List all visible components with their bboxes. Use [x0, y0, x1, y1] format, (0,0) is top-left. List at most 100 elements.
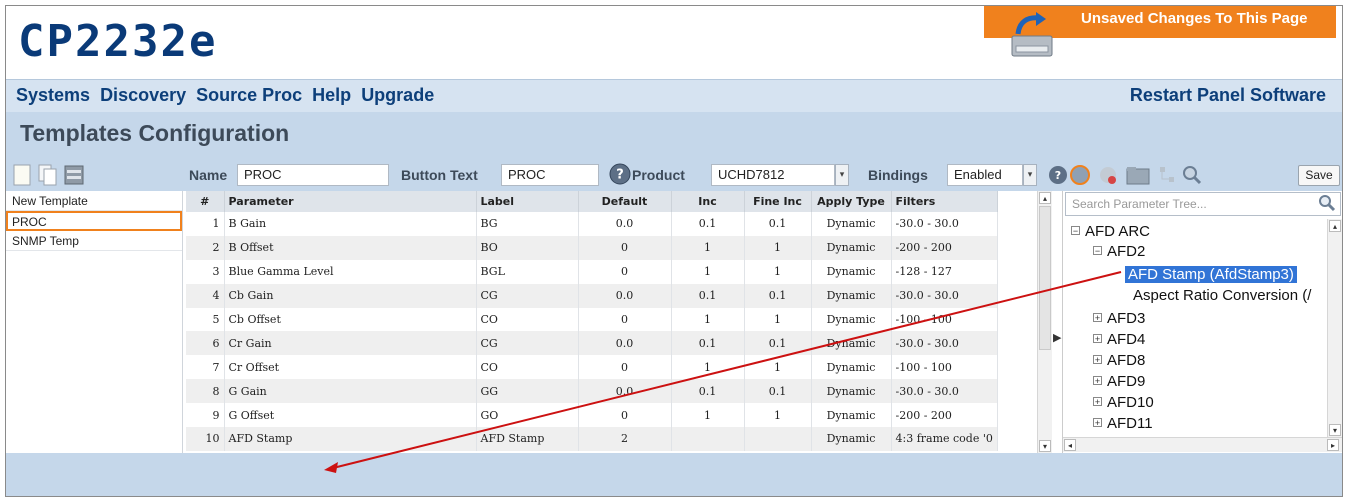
cell-filters: 4:3 frame code '0 — [891, 427, 998, 451]
table-row[interactable]: 3 Blue Gamma Level BGL 0 1 1 Dynamic -128 - 127 — [186, 259, 998, 284]
table-row[interactable]: 1B Gain BG 0.0 0.1 0.1 Dynamic -30.0 - 30.0 — [186, 212, 998, 236]
save-disk-icon[interactable] — [1006, 10, 1056, 60]
move-right-icon[interactable]: ▶ — [1053, 331, 1061, 344]
cell-apply-type: Dynamic — [811, 355, 892, 380]
parameter-tree: − AFD ARC − AFD2 AFD Stamp (AfdStamp3) Asp… — [1063, 219, 1327, 437]
cell-number: 9 — [186, 403, 225, 428]
expand-icon[interactable]: + — [1093, 376, 1102, 386]
scroll-down-icon[interactable]: ▾ — [1039, 440, 1051, 452]
help-icon[interactable]: ? — [609, 163, 631, 185]
nav-discovery[interactable]: Discovery — [100, 85, 186, 106]
button-text-input[interactable]: PROC — [501, 164, 599, 186]
table-row[interactable]: 6 Cr Gain CG 0.0 0.1 0.1 Dynamic -30.0 - 30.0 — [186, 331, 998, 356]
nav-source-proc[interactable]: Source Proc — [196, 85, 302, 106]
nav-upgrade[interactable]: Upgrade — [361, 85, 434, 106]
tree-node[interactable]: + AFD10 — [1093, 393, 1154, 413]
table-row[interactable]: 7 Cr Offset CO 0 1 1 Dynamic -100 - 100 — [186, 355, 998, 380]
tree-node[interactable]: + AFD8 — [1093, 351, 1145, 371]
tree-node[interactable]: + AFD11 — [1093, 414, 1153, 434]
col-header-filters[interactable]: Filters — [891, 191, 998, 212]
col-header-label[interactable]: Label — [476, 191, 579, 212]
bindings-dropdown-icon[interactable]: ▾ — [1023, 164, 1037, 186]
name-input[interactable]: PROC — [237, 164, 389, 186]
template-item-selected[interactable]: PROC — [6, 211, 182, 231]
tree-icon[interactable] — [1158, 164, 1178, 186]
tree-node-child[interactable]: Aspect Ratio Conversion (/ — [1133, 286, 1311, 306]
cell-label: BG — [476, 212, 579, 236]
template-item[interactable]: SNMP Temp — [6, 231, 182, 251]
scroll-up-icon[interactable]: ▴ — [1039, 192, 1051, 204]
tree-node-label: AFD2 — [1107, 243, 1146, 260]
zoom-icon[interactable] — [1182, 164, 1202, 186]
tree-scroll-left-icon[interactable]: ◂ — [1064, 439, 1076, 451]
tree-vscrollbar[interactable]: ▴ ▾ — [1327, 219, 1342, 437]
table-row[interactable]: 10 AFD Stamp AFD Stamp 2 Dynamic 4:3 frame co… — [186, 427, 998, 451]
tree-node-root[interactable]: − AFD ARC — [1071, 222, 1150, 242]
cell-filters: -200 - 200 — [891, 235, 998, 260]
nav-systems[interactable]: Systems — [16, 85, 90, 106]
bindings-select[interactable]: Enabled — [947, 164, 1023, 186]
tree-node-expanded[interactable]: − AFD2 — [1093, 242, 1145, 262]
restart-panel-link[interactable]: Restart Panel Software — [1130, 85, 1326, 106]
expand-icon[interactable]: + — [1093, 418, 1102, 428]
tree-hscrollbar[interactable]: ◂ ▸ — [1063, 437, 1342, 452]
table-scrollbar[interactable]: ▴ ▾ — [1037, 191, 1052, 453]
col-header-apply-type[interactable]: Apply Type — [811, 191, 892, 212]
product-dropdown-icon[interactable]: ▾ — [835, 164, 849, 186]
table-row[interactable]: 5 Cb Offset CO 0 1 1 Dynamic -100 - 100 — [186, 307, 998, 332]
cell-filters: -30.0 - 30.0 — [891, 379, 998, 404]
save-button[interactable]: Save — [1298, 165, 1340, 186]
template-item[interactable]: New Template — [6, 191, 182, 211]
expand-icon[interactable]: + — [1093, 355, 1102, 365]
table-row[interactable]: 2B Offset BO 0 1 1 Dynamic -200 - 200 — [186, 235, 998, 260]
cell-parameter: Cr Gain — [224, 331, 477, 356]
cell-filters: -100 - 100 — [891, 355, 998, 380]
product-select[interactable]: UCHD7812 — [711, 164, 835, 186]
tree-node[interactable]: + AFD3 — [1093, 309, 1145, 329]
cell-apply-type: Dynamic — [811, 403, 892, 428]
table-row[interactable]: 4 Cb Gain CG 0.0 0.1 0.1 Dynamic -30.0 - 30.0 — [186, 283, 998, 308]
search-icon[interactable] — [1318, 194, 1336, 212]
parameter-tree-panel: Search Parameter Tree... − AFD ARC − AFD2 … — [1062, 191, 1342, 453]
expand-icon[interactable]: + — [1093, 397, 1102, 407]
refresh-icon[interactable]: ? — [1048, 164, 1092, 186]
table-row[interactable]: 9G Offset GO 0 1 1 Dynamic -200 - 200 — [186, 403, 998, 428]
tree-scroll-right-icon[interactable]: ▸ — [1327, 439, 1339, 451]
col-header-parameter[interactable]: Parameter — [224, 191, 477, 212]
cell-apply-type: Dynamic — [811, 331, 892, 356]
cell-parameter: Blue Gamma Level — [224, 259, 477, 284]
col-header-inc[interactable]: Inc — [671, 191, 745, 212]
cell-label: AFD Stamp — [476, 427, 579, 451]
collapse-icon[interactable]: − — [1093, 246, 1102, 256]
delete-icon[interactable] — [64, 164, 84, 186]
cell-label: BGL — [476, 259, 579, 284]
tree-scroll-down-icon[interactable]: ▾ — [1329, 424, 1341, 436]
col-header-default[interactable]: Default — [578, 191, 672, 212]
tree-node[interactable]: + AFD9 — [1093, 372, 1145, 392]
cell-parameter: B Offset — [224, 235, 477, 260]
cell-filters: -100 - 100 — [891, 307, 998, 332]
cell-fine-inc: 0.1 — [744, 331, 812, 356]
collapse-icon[interactable]: − — [1071, 226, 1080, 236]
tree-node-selected[interactable]: AFD Stamp (AfdStamp3) — [1125, 265, 1297, 285]
cell-parameter: G Offset — [224, 403, 477, 428]
tree-node[interactable]: + AFD4 — [1093, 330, 1145, 350]
new-document-icon[interactable] — [12, 164, 32, 186]
expand-icon[interactable]: + — [1093, 313, 1102, 323]
cell-label: GG — [476, 379, 579, 404]
copy-icon[interactable] — [38, 164, 58, 186]
tree-scroll-up-icon[interactable]: ▴ — [1329, 220, 1341, 232]
col-header-number[interactable]: # — [186, 191, 225, 212]
tree-search-input[interactable]: Search Parameter Tree... — [1065, 192, 1341, 216]
cell-fine-inc: 0.1 — [744, 379, 812, 404]
table-row[interactable]: 8G Gain GG 0.0 0.1 0.1 Dynamic -30.0 - 30.0 — [186, 379, 998, 404]
col-header-fine-inc[interactable]: Fine Inc — [744, 191, 812, 212]
nav-help[interactable]: Help — [312, 85, 351, 106]
footer-band — [6, 453, 1342, 496]
expand-icon[interactable]: + — [1093, 334, 1102, 344]
cell-number: 6 — [186, 331, 225, 356]
folder-icon[interactable] — [1126, 164, 1150, 186]
scroll-thumb[interactable] — [1039, 206, 1051, 350]
unsaved-changes-banner[interactable]: Unsaved Changes To This Page — [984, 6, 1336, 64]
remove-binding-icon[interactable] — [1098, 164, 1118, 186]
